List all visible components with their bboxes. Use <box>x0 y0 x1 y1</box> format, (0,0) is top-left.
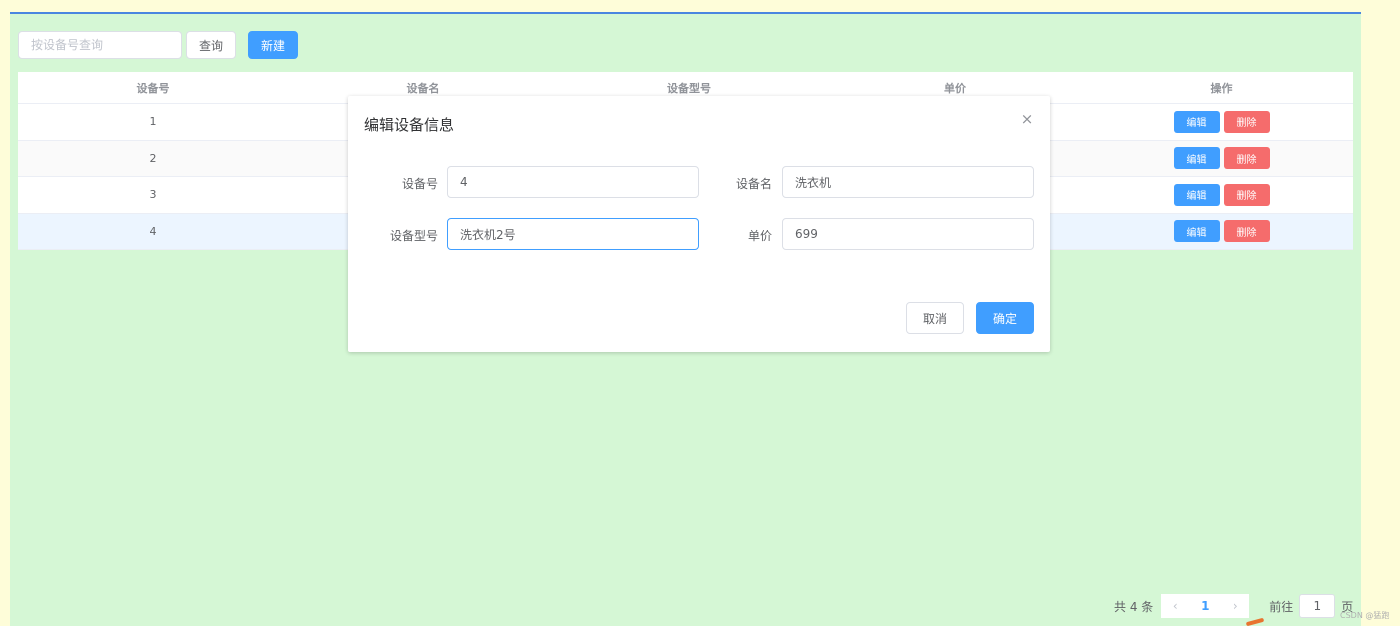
goto-label: 前往 <box>1269 599 1294 614</box>
delete-button[interactable]: 删除 <box>1223 220 1270 243</box>
goto-page-input[interactable] <box>1299 594 1336 618</box>
cell-device-id: 3 <box>149 188 157 202</box>
prev-page-icon[interactable]: ‹ <box>1161 594 1190 618</box>
page-number[interactable]: 1 <box>1189 594 1222 618</box>
row-actions: 编辑 删除 <box>1090 183 1353 206</box>
delete-button[interactable]: 删除 <box>1223 147 1270 170</box>
cancel-button[interactable]: 取消 <box>906 302 964 334</box>
close-icon[interactable]: × <box>1020 112 1034 127</box>
cell-device-id: 2 <box>149 151 157 165</box>
header-actions: 操作 <box>1210 81 1233 95</box>
row-actions: 编辑 删除 <box>1090 220 1353 243</box>
next-page-icon[interactable]: › <box>1221 594 1250 618</box>
label-unit-price: 单价 <box>747 229 772 243</box>
watermark: CSDN @猛跑 <box>1340 611 1390 620</box>
new-button[interactable]: 新建 <box>248 31 298 59</box>
row-actions: 编辑 删除 <box>1090 147 1353 170</box>
dialog-title: 编辑设备信息 <box>364 116 455 134</box>
row-actions: 编辑 删除 <box>1090 110 1353 133</box>
unit-price-field[interactable] <box>782 218 1034 250</box>
edit-dialog: 编辑设备信息 × 设备号 设备名 设备型号 单价 取消 确定 <box>348 96 1050 352</box>
label-device-name: 设备名 <box>735 177 772 191</box>
device-name-field[interactable] <box>782 166 1034 198</box>
cell-device-id: 1 <box>149 115 157 129</box>
delete-button[interactable]: 删除 <box>1223 110 1270 133</box>
header-unit-price: 单价 <box>944 81 966 95</box>
device-id-field[interactable] <box>447 166 699 198</box>
header-device-model: 设备型号 <box>667 81 711 95</box>
device-model-field[interactable] <box>447 218 699 250</box>
delete-button[interactable]: 删除 <box>1223 183 1270 206</box>
pagination-total: 共 4 条 <box>1114 599 1154 614</box>
header-device-id: 设备号 <box>136 81 170 95</box>
pagination: 共 4 条 ‹ 1 › 前往 页 <box>1114 594 1353 618</box>
search-input[interactable] <box>18 31 182 59</box>
header-device-name: 设备名 <box>406 81 440 95</box>
cell-device-id: 4 <box>149 224 157 238</box>
edit-button[interactable]: 编辑 <box>1173 183 1220 206</box>
edit-button[interactable]: 编辑 <box>1173 110 1220 133</box>
label-device-id: 设备号 <box>401 177 438 191</box>
edit-button[interactable]: 编辑 <box>1173 147 1220 170</box>
label-device-model: 设备型号 <box>389 229 438 243</box>
edit-button[interactable]: 编辑 <box>1173 220 1220 243</box>
query-button[interactable]: 查询 <box>186 31 236 59</box>
confirm-button[interactable]: 确定 <box>976 302 1034 334</box>
